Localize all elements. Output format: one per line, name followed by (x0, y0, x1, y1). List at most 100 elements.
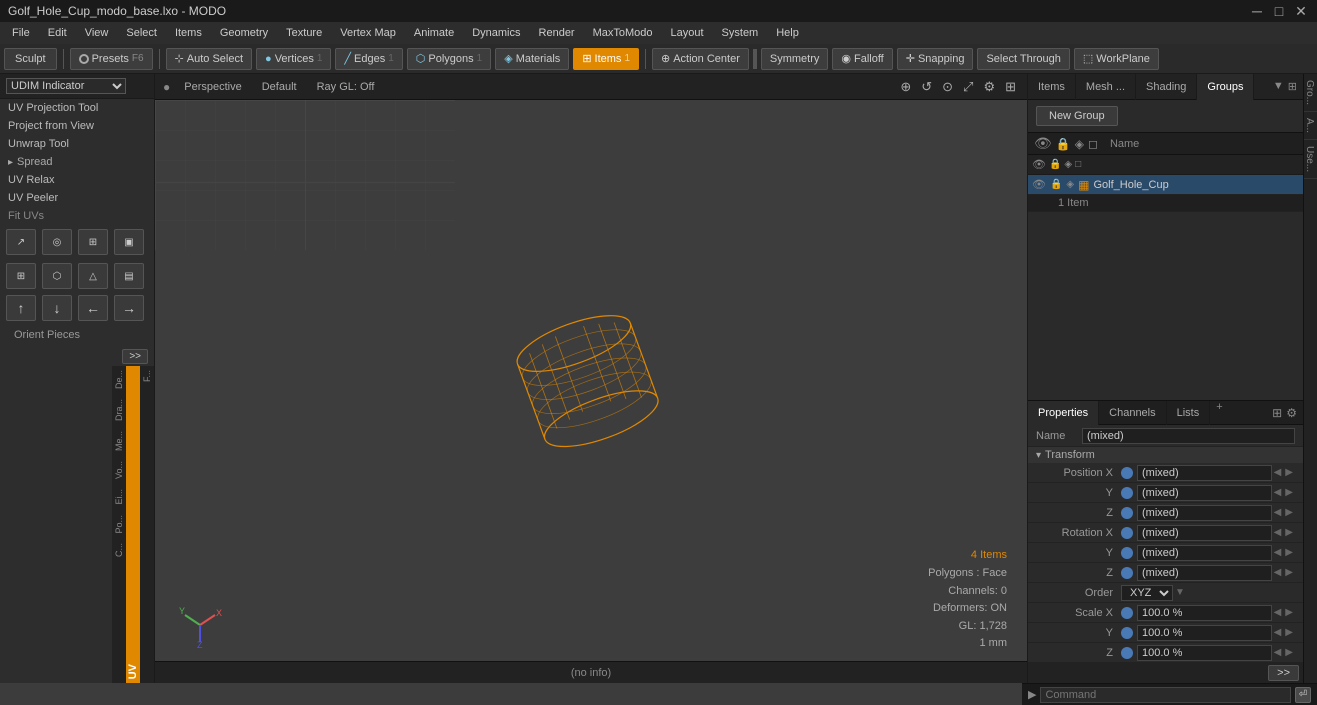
prop-order-select[interactable]: XYZ (1121, 585, 1173, 601)
udim-dropdown[interactable]: UDIM Indicator (6, 78, 126, 94)
prop-tab-properties[interactable]: Properties (1028, 401, 1099, 425)
menu-select[interactable]: Select (118, 25, 165, 41)
menu-animate[interactable]: Animate (406, 25, 462, 41)
sculpt-button[interactable]: Sculpt (4, 48, 57, 70)
tab-groups[interactable]: Groups (1197, 74, 1254, 100)
menu-view[interactable]: View (77, 25, 117, 41)
prop-pos-z-value[interactable]: (mixed) (1137, 505, 1272, 521)
viewport-perspective[interactable]: Perspective (178, 79, 247, 95)
prop-rot-x-value[interactable]: (mixed) (1137, 525, 1272, 541)
left-vert-tab-f[interactable]: F... (140, 366, 154, 386)
prop-rot-y-arrow-right[interactable]: ▶ (1283, 547, 1295, 558)
left-vert-tab-vo[interactable]: Vo... (112, 457, 126, 483)
viewport-zoom-icon[interactable]: ⊙ (939, 79, 956, 95)
menu-system[interactable]: System (714, 25, 767, 41)
tab-items[interactable]: Items (1028, 74, 1076, 100)
left-vert-tab-c[interactable]: C... (112, 539, 126, 561)
prop-pos-x-arrow-left[interactable]: ◀ (1272, 467, 1284, 478)
fit-uvs[interactable]: Fit UVs (0, 207, 154, 225)
left-vert-tab-ei[interactable]: Ei... (112, 485, 126, 509)
viewport-raygl[interactable]: Ray GL: Off (311, 79, 381, 95)
prop-scale-y-value[interactable]: 100.0 % (1137, 625, 1272, 641)
uv-active-tab[interactable]: UV (126, 366, 140, 683)
presets-button[interactable]: Presets F6 (70, 48, 153, 70)
prop-rot-z-value[interactable]: (mixed) (1137, 565, 1272, 581)
list-item-golf-hole-cup[interactable]: 👁 🔒 ◈ ▦ Golf_Hole_Cup (1028, 175, 1303, 195)
left-vert-tab-de[interactable]: De... (112, 366, 126, 393)
eye-icon[interactable]: 👁 (1034, 135, 1052, 152)
viewport-expand-icon[interactable]: ⊞ (1002, 79, 1019, 95)
menu-geometry[interactable]: Geometry (212, 25, 276, 41)
spread-section[interactable]: Spread (0, 153, 154, 171)
items-button[interactable]: ⊞ Items 1 (573, 48, 639, 70)
prop-scale-y-arrow-left[interactable]: ◀ (1272, 627, 1284, 638)
rp-tab-use[interactable]: Use... (1304, 140, 1317, 179)
lock-icon[interactable]: 🔒 (1056, 137, 1071, 151)
prop-name-input[interactable] (1082, 428, 1295, 444)
tool-circle[interactable]: ◎ (42, 229, 72, 255)
prop-rot-x-arrow-left[interactable]: ◀ (1272, 527, 1284, 538)
prop-tab-lists[interactable]: Lists (1167, 401, 1211, 425)
prop-expand-icon[interactable]: ⊞ (1272, 406, 1282, 420)
tool-box[interactable]: ▤ (114, 263, 144, 289)
falloff-button[interactable]: ◉ Falloff (832, 48, 892, 70)
prop-scale-z-value[interactable]: 100.0 % (1137, 645, 1272, 661)
workplane-button[interactable]: ⬚ WorkPlane (1074, 48, 1159, 70)
select-through-button[interactable]: Select Through (977, 48, 1069, 70)
rp-tab-gro[interactable]: Gro... (1304, 74, 1317, 112)
viewport-move-icon[interactable]: ⊕ (897, 79, 914, 95)
prop-rot-z-arrow-left[interactable]: ◀ (1272, 567, 1284, 578)
arrow-left[interactable]: ← (78, 295, 108, 321)
select-icon-2[interactable]: □ (1075, 159, 1081, 170)
arrow-down[interactable]: ↓ (42, 295, 72, 321)
prop-pos-x-arrow-right[interactable]: ▶ (1283, 467, 1295, 478)
viewport-fit-icon[interactable]: ⤢ (960, 79, 976, 95)
orient-pieces[interactable]: Orient Pieces (6, 327, 148, 343)
left-vert-tab-dra[interactable]: Dra... (112, 395, 126, 425)
menu-help[interactable]: Help (768, 25, 807, 41)
auto-select-button[interactable]: ⊹ Auto Select (166, 48, 252, 70)
arrow-right[interactable]: → (114, 295, 144, 321)
prop-pos-y-arrow-right[interactable]: ▶ (1283, 487, 1295, 498)
new-group-button[interactable]: New Group (1036, 106, 1118, 126)
right-tab-expand-icon[interactable]: ▼ (1273, 80, 1284, 93)
uv-peeler[interactable]: UV Peeler (0, 189, 154, 207)
prop-pos-x-value[interactable]: (mixed) (1137, 465, 1272, 481)
prop-pos-z-arrow-left[interactable]: ◀ (1272, 507, 1284, 518)
tool-tri[interactable]: △ (78, 263, 108, 289)
eye-icon-2[interactable]: 👁 (1032, 158, 1046, 171)
symmetry-button[interactable]: Symmetry (761, 48, 829, 70)
materials-button[interactable]: ◈ Materials (495, 48, 569, 70)
project-from-view[interactable]: Project from View (0, 117, 154, 135)
menu-layout[interactable]: Layout (663, 25, 712, 41)
prop-order-arrow[interactable]: ▼ (1173, 587, 1187, 598)
viewport-rotate-icon[interactable]: ↺ (918, 79, 935, 95)
lock-icon-2[interactable]: 🔒 (1049, 159, 1061, 170)
tool-move[interactable]: ↗ (6, 229, 36, 255)
edges-button[interactable]: ╱ Edges 1 (335, 48, 402, 70)
tab-shading[interactable]: Shading (1136, 74, 1197, 100)
menu-texture[interactable]: Texture (278, 25, 330, 41)
menu-edit[interactable]: Edit (40, 25, 75, 41)
viewport[interactable]: ● Perspective Default Ray GL: Off ⊕ ↺ ⊙ … (155, 74, 1027, 683)
menu-items[interactable]: Items (167, 25, 210, 41)
tool-cube[interactable]: ▣ (114, 229, 144, 255)
prop-settings-icon[interactable]: ⚙ (1286, 406, 1297, 420)
properties-expand-button[interactable]: >> (1268, 665, 1299, 681)
prop-rot-z-arrow-right[interactable]: ▶ (1283, 567, 1295, 578)
menu-maxtomodo[interactable]: MaxToModo (585, 25, 661, 41)
viewport-shading-default[interactable]: Default (256, 79, 303, 95)
minimize-btn[interactable]: ─ (1249, 3, 1265, 19)
prop-rot-y-arrow-left[interactable]: ◀ (1272, 547, 1284, 558)
arrow-up[interactable]: ↑ (6, 295, 36, 321)
menu-file[interactable]: File (4, 25, 38, 41)
action-center-button[interactable]: ⊕ Action Center (652, 48, 749, 70)
rp-tab-a[interactable]: A... (1304, 112, 1317, 140)
menu-vertexmap[interactable]: Vertex Map (332, 25, 404, 41)
uv-relax[interactable]: UV Relax (0, 171, 154, 189)
tool-grid[interactable]: ⊞ (6, 263, 36, 289)
menu-render[interactable]: Render (531, 25, 583, 41)
maximize-btn[interactable]: □ (1271, 3, 1287, 19)
prop-rot-y-value[interactable]: (mixed) (1137, 545, 1272, 561)
right-tab-fullscreen-icon[interactable]: ⊞ (1288, 80, 1297, 93)
